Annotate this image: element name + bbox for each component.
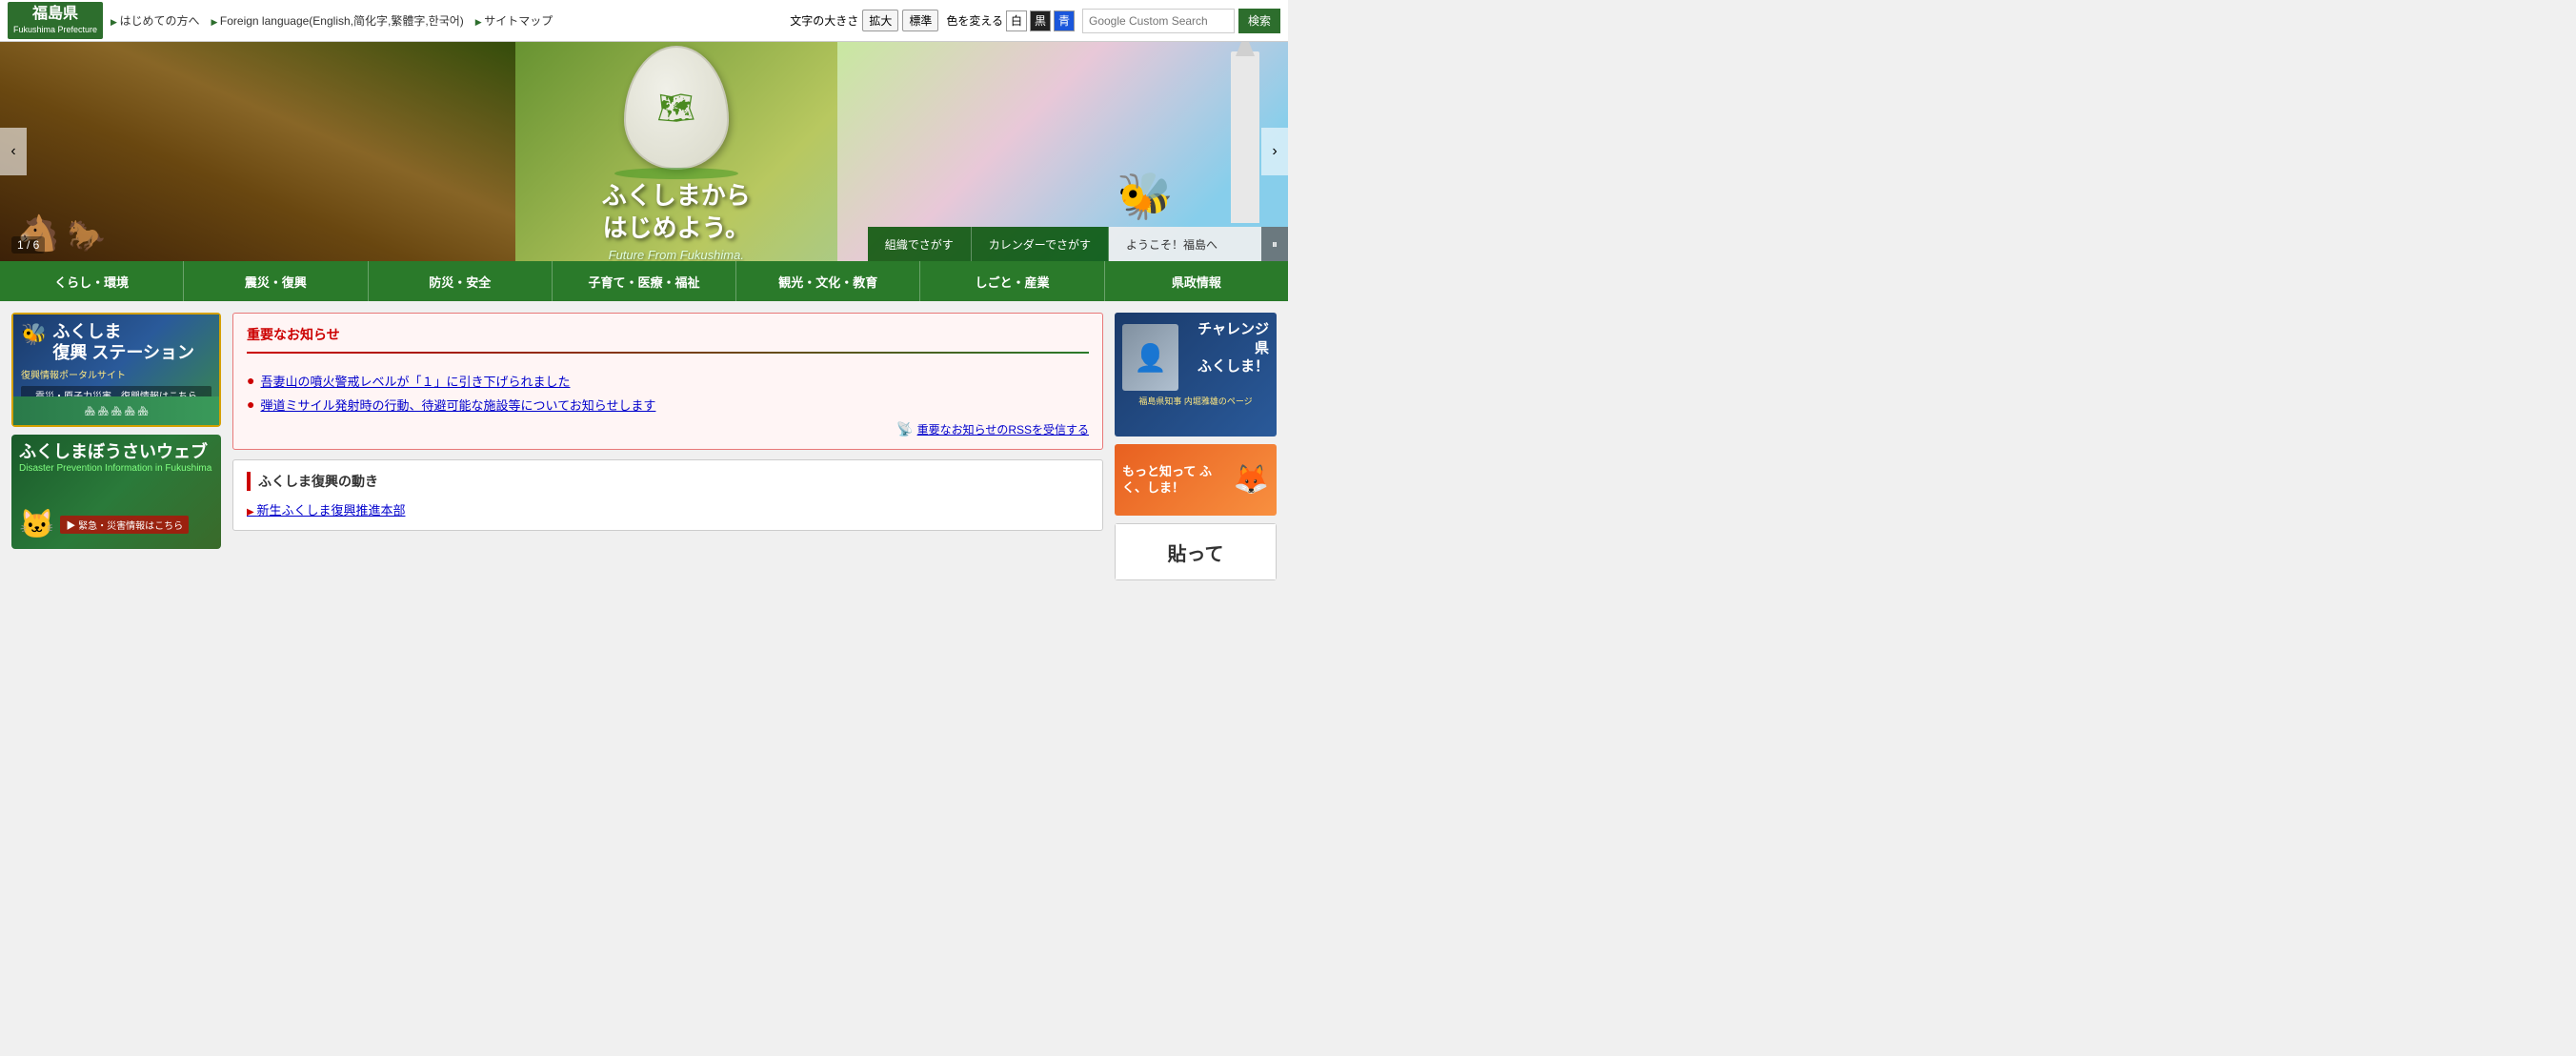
nav-disaster-prevention[interactable]: 防災・安全 — [369, 261, 553, 301]
notice-title: 重要なお知らせ — [247, 325, 1089, 344]
slide-indicator: 1 / 6 — [11, 236, 45, 254]
hero-text-line2: はじめよう。 — [602, 213, 751, 245]
hero-subtitle: Future From Fukushima. — [609, 248, 744, 261]
notice-divider — [247, 352, 1089, 354]
nav-prefectural-info[interactable]: 県政情報 — [1105, 261, 1288, 301]
revival-link[interactable]: 新生ふくしま復興推進本部 — [247, 503, 405, 518]
search-area: 検索 — [1082, 9, 1280, 33]
revival-section-title: ふくしま復興の動き — [247, 472, 378, 491]
nav-sitemap[interactable]: サイトマップ — [475, 12, 553, 29]
main-navigation: くらし・環境 震災・復興 防災・安全 子育て・医療・福祉 観光・文化・教育 しご… — [0, 261, 1288, 301]
notice-icon-1: ● — [247, 373, 254, 388]
nav-disaster-revival[interactable]: 震災・復興 — [184, 261, 368, 301]
font-size-area: 文字の大きさ 拡大 標準 — [790, 10, 938, 31]
revival-title-1: ふくしま — [52, 322, 194, 343]
revival-section: ふくしま復興の動き 新生ふくしま復興推進本部 — [232, 459, 1103, 531]
search-input[interactable] — [1082, 9, 1235, 33]
nav-foreign-lang[interactable]: Foreign language(English,简化字,繁體字,한국어) — [211, 12, 463, 29]
section-header: ふくしま復興の動き — [247, 472, 1089, 491]
tab-organization[interactable]: 組織でさがす — [868, 227, 972, 261]
notice-link-2[interactable]: 弾道ミサイル発射時の行動、待避可能な施設等についてお知らせします — [260, 396, 655, 414]
main-content: 重要なお知らせ ● 吾妻山の噴火警戒レベルが「１」に引き下げられました ● 弾道… — [232, 313, 1103, 580]
logo-kanji: 福島県 — [32, 5, 78, 25]
hero-tower — [1231, 51, 1259, 223]
hero-nav-tabs: 組織でさがす カレンダーでさがす ようこそ！福島へ ⏸ — [868, 227, 1288, 261]
right-sidebar: 👤 チャレンジ県 ふくしま！ 福島県知事 内堀雅雄のページ もっと知って ふく、… — [1115, 313, 1277, 580]
tab-welcome: ようこそ！福島へ — [1109, 227, 1261, 261]
notice-link-1[interactable]: 吾妻山の噴火警戒レベルが「１」に引き下げられました — [260, 372, 570, 390]
color-blue-button[interactable]: 青 — [1054, 10, 1075, 31]
font-standard-button[interactable]: 標準 — [902, 10, 938, 31]
bousai-emergency[interactable]: ▶ 緊急・災害情報はこちら — [60, 516, 189, 534]
content-area: 🐝 ふくしま 復興 ステーション 復興情報ポータルサイト 震災・原子力災害、復興… — [0, 301, 1288, 592]
bousai-banner[interactable]: ふくしまぼうさいウェブ Disaster Prevention Informat… — [11, 435, 221, 549]
mottoshitte-char: 🦊 — [1234, 463, 1269, 497]
bousai-subtitle: Disaster Prevention Information in Fukus… — [19, 463, 211, 474]
left-sidebar: 🐝 ふくしま 復興 ステーション 復興情報ポータルサイト 震災・原子力災害、復興… — [11, 313, 221, 580]
rss-icon: 📡 — [896, 421, 913, 437]
color-section: 色を変える 白 黒 青 — [946, 10, 1075, 31]
rss-link-area: 📡 重要なお知らせのRSSを受信する — [247, 421, 1089, 437]
hero-left-scene: 🐴 🐎 — [0, 42, 515, 261]
nav-work-industry[interactable]: しごと・産業 — [920, 261, 1104, 301]
top-nav-links: はじめての方へ Foreign language(English,简化字,繁體字… — [111, 12, 782, 29]
hero-next-button[interactable]: › — [1261, 128, 1288, 175]
nav-tourism-culture[interactable]: 観光・文化・教育 — [736, 261, 920, 301]
search-button[interactable]: 検索 — [1238, 9, 1280, 33]
slideshow-pause-button[interactable]: ⏸ — [1261, 227, 1288, 261]
challenge-banner[interactable]: 👤 チャレンジ県 ふくしま！ 福島県知事 内堀雅雄のページ — [1115, 313, 1277, 437]
top-bar: 福島県 Fukushima Prefecture はじめての方へ Foreign… — [0, 0, 1288, 42]
nav-first-time[interactable]: はじめての方へ — [111, 12, 199, 29]
color-white-button[interactable]: 白 — [1006, 10, 1027, 31]
mottoshitte-text: もっと知って ふく、しま！ — [1122, 464, 1234, 497]
revival-title-2: 復興 ステーション — [52, 343, 194, 364]
hatte-banner[interactable]: 貼って — [1115, 523, 1277, 580]
revival-station-banner[interactable]: 🐝 ふくしま 復興 ステーション 復興情報ポータルサイト 震災・原子力災害、復興… — [11, 313, 221, 427]
hero-bee-mascot: 🐝 — [1117, 169, 1174, 223]
rss-link[interactable]: 重要なお知らせのRSSを受信する — [917, 421, 1089, 437]
challenge-subtitle: 福島県知事 内堀雅雄のページ — [1122, 395, 1269, 407]
tab-welcome-label[interactable]: ようこそ！福島へ — [1126, 236, 1218, 253]
logo-roman: Fukushima Prefecture — [13, 25, 97, 36]
nav-childcare-medical[interactable]: 子育て・医療・福祉 — [553, 261, 736, 301]
revival-subtitle: 復興情報ポータルサイト — [21, 367, 126, 381]
nav-living-env[interactable]: くらし・環境 — [0, 261, 184, 301]
hero-banner: 🐴 🐎 🗺 ふくしまから はじめよう。 Future From Fukushim… — [0, 42, 1288, 261]
notice-item-1: ● 吾妻山の噴火警戒レベルが「１」に引き下げられました — [247, 372, 1089, 390]
hero-prev-button[interactable]: ‹ — [0, 128, 27, 175]
bousai-title: ふくしまぼうさいウェブ — [19, 442, 211, 463]
tab-calendar[interactable]: カレンダーでさがす — [972, 227, 1109, 261]
mottoshitte-banner[interactable]: もっと知って ふく、しま！ 🦊 — [1115, 444, 1277, 516]
hero-text-line1: ふくしまから — [602, 180, 751, 213]
notice-item-2: ● 弾道ミサイル発射時の行動、待避可能な施設等についてお知らせします — [247, 396, 1089, 414]
important-notice-section: 重要なお知らせ ● 吾妻山の噴火警戒レベルが「１」に引き下げられました ● 弾道… — [232, 313, 1103, 450]
color-change-label: 色を変える — [946, 12, 1003, 29]
font-size-label: 文字の大きさ — [790, 12, 858, 29]
challenge-title-2: ふくしま！ — [1184, 357, 1269, 376]
site-logo[interactable]: 福島県 Fukushima Prefecture — [8, 2, 103, 38]
hero-egg-logo: 🗺 — [619, 42, 734, 174]
governor-photo: 👤 — [1122, 324, 1178, 391]
challenge-title-1: チャレンジ県 — [1184, 320, 1269, 357]
hero-center: 🗺 ふくしまから はじめよう。 Future From Fukushima. — [515, 42, 837, 261]
hatte-title: 貼って — [1168, 538, 1224, 566]
notice-icon-2: ● — [247, 396, 254, 412]
color-black-button[interactable]: 黒 — [1030, 10, 1051, 31]
font-enlarge-button[interactable]: 拡大 — [862, 10, 898, 31]
